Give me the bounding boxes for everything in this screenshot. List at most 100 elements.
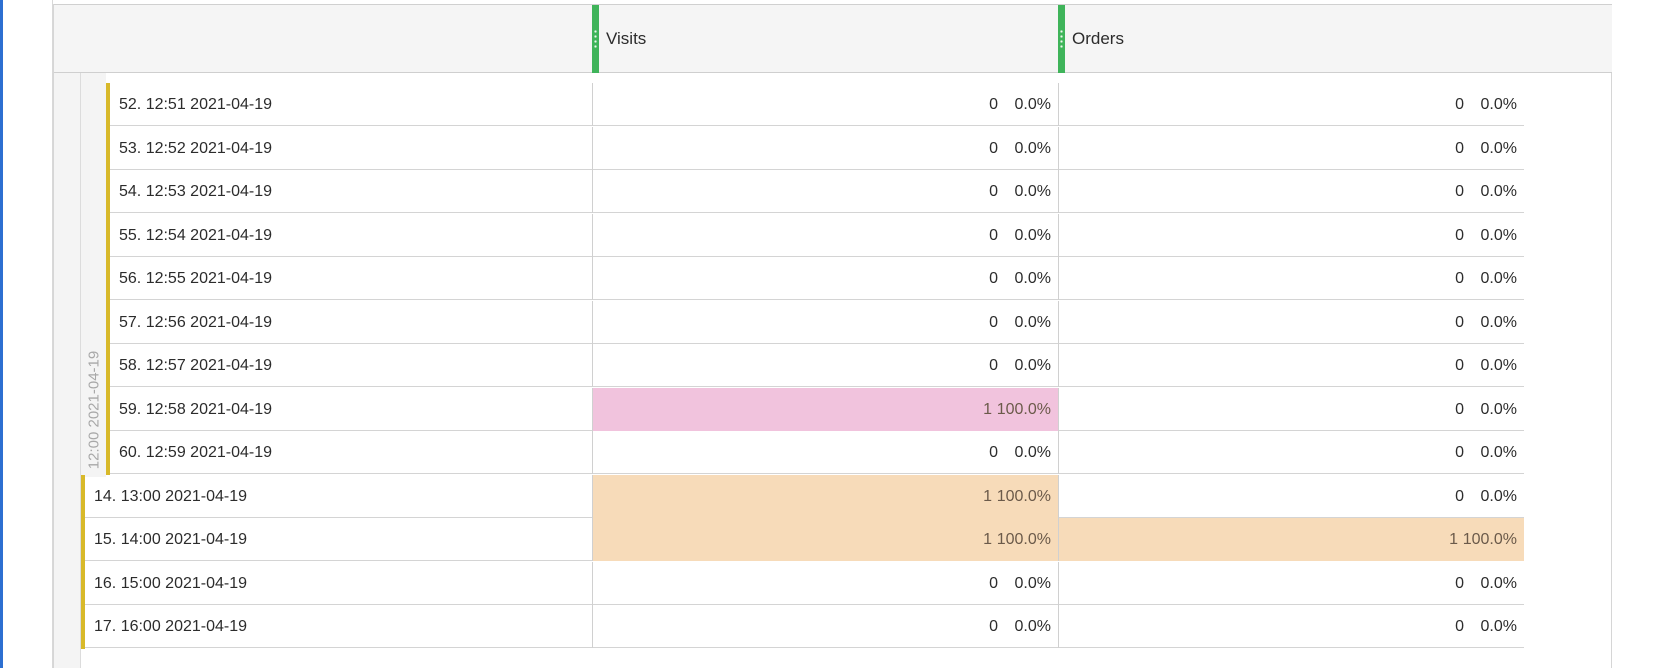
table-row[interactable]: 58. 12:57 2021-04-19 0 0.0% 0 0.0% — [106, 344, 1524, 388]
row-dimension-bar — [106, 257, 110, 301]
table-body: 12:00 2021-04-19 52. 12:51 2021-04-19 0 0.… — [54, 73, 1612, 668]
cell-percent: 0.0% — [1014, 357, 1051, 374]
indent-gutter-level-1 — [54, 73, 81, 668]
cell-visits[interactable]: 0 0.0% — [592, 561, 1058, 605]
cell-visits[interactable]: 0 0.0% — [592, 300, 1058, 344]
cell-value: 0 — [1455, 96, 1464, 113]
cell-percent: 0.0% — [1480, 96, 1517, 113]
cell-visits[interactable]: 0 0.0% — [592, 126, 1058, 170]
cell-visits[interactable]: 0 0.0% — [592, 213, 1058, 257]
cell-percent: 0.0% — [1480, 270, 1517, 287]
row-dimension-label[interactable]: 60. 12:59 2021-04-19 — [119, 431, 272, 474]
cell-value: 0 — [1455, 313, 1464, 331]
table-row[interactable]: 54. 12:53 2021-04-19 0 0.0% 0 0.0% — [106, 170, 1524, 214]
cell-visits[interactable]: 1 100.0% — [592, 474, 1058, 518]
cell-percent: 0.0% — [1480, 487, 1517, 505]
cell-value: 0 — [1455, 357, 1464, 374]
cell-visits[interactable]: 0 0.0% — [592, 170, 1058, 213]
cell-visits[interactable]: 0 0.0% — [592, 257, 1058, 300]
row-dimension-label[interactable]: 59. 12:58 2021-04-19 — [119, 388, 272, 431]
cell-value: 1 — [983, 400, 992, 418]
table-row[interactable]: 16. 15:00 2021-04-19 0 0.0% 0 0.0% — [81, 561, 1524, 606]
cell-percent: 0.0% — [1014, 618, 1051, 635]
cell-percent: 100.0% — [996, 400, 1051, 418]
cell-value: 1 — [983, 487, 992, 505]
cell-orders[interactable]: 0 0.0% — [1058, 387, 1524, 431]
cell-orders[interactable]: 0 0.0% — [1058, 431, 1524, 474]
table-row[interactable]: 56. 12:55 2021-04-19 0 0.0% 0 0.0% — [106, 257, 1524, 301]
cell-orders[interactable]: 0 0.0% — [1058, 126, 1524, 170]
cell-percent: 0.0% — [1014, 139, 1051, 157]
table-header: Visits Orders — [54, 4, 1612, 73]
row-dimension-bar — [106, 431, 110, 475]
freeform-table-panel: Visits Orders 12:00 2021-04-19 52. 12:51… — [0, 0, 1661, 668]
cell-value: 0 — [989, 183, 998, 200]
table-row[interactable]: 57. 12:56 2021-04-19 0 0.0% 0 0.0% — [106, 300, 1524, 345]
cell-value: 0 — [989, 226, 998, 244]
row-dimension-bar — [106, 170, 110, 214]
row-dimension-label[interactable]: 15. 14:00 2021-04-19 — [94, 518, 247, 561]
cell-value: 1 — [983, 531, 992, 548]
column-drag-handle-icon[interactable] — [1058, 5, 1065, 73]
cell-percent: 0.0% — [1014, 96, 1051, 113]
table-row[interactable]: 52. 12:51 2021-04-19 0 0.0% 0 0.0% — [106, 83, 1524, 127]
row-dimension-bar — [106, 387, 110, 432]
table-row[interactable]: 55. 12:54 2021-04-19 0 0.0% 0 0.0% — [106, 213, 1524, 258]
cell-percent: 0.0% — [1480, 183, 1517, 200]
cell-percent: 100.0% — [1462, 531, 1517, 548]
row-dimension-label[interactable]: 57. 12:56 2021-04-19 — [119, 301, 272, 344]
row-dimension-label[interactable]: 52. 12:51 2021-04-19 — [119, 83, 272, 126]
row-dimension-bar — [81, 474, 85, 519]
row-dimension-label[interactable]: 17. 16:00 2021-04-19 — [94, 605, 247, 648]
cell-orders[interactable]: 0 0.0% — [1058, 605, 1524, 648]
cell-visits[interactable]: 1 100.0% — [592, 387, 1058, 431]
cell-orders[interactable]: 1 100.0% — [1058, 518, 1524, 561]
cell-value: 0 — [1455, 270, 1464, 287]
row-dimension-bar — [81, 561, 85, 606]
cell-visits[interactable]: 1 100.0% — [592, 518, 1058, 561]
cell-percent: 0.0% — [1480, 313, 1517, 331]
row-dimension-label[interactable]: 56. 12:55 2021-04-19 — [119, 257, 272, 300]
cell-visits[interactable]: 0 0.0% — [592, 83, 1058, 126]
cell-orders[interactable]: 0 0.0% — [1058, 300, 1524, 344]
cell-orders[interactable]: 0 0.0% — [1058, 344, 1524, 387]
column-drag-handle-icon[interactable] — [592, 5, 599, 73]
column-header-label: Visits — [606, 29, 647, 48]
cell-orders[interactable]: 0 0.0% — [1058, 474, 1524, 518]
cell-orders[interactable]: 0 0.0% — [1058, 83, 1524, 126]
cell-value: 0 — [1455, 444, 1464, 461]
row-dimension-label[interactable]: 54. 12:53 2021-04-19 — [119, 170, 272, 213]
row-dimension-label[interactable]: 55. 12:54 2021-04-19 — [119, 214, 272, 257]
cell-value: 0 — [989, 618, 998, 635]
cell-value: 0 — [989, 444, 998, 461]
cell-value: 0 — [1455, 487, 1464, 505]
cell-percent: 100.0% — [996, 487, 1051, 505]
row-dimension-bar — [81, 518, 85, 562]
cell-visits[interactable]: 0 0.0% — [592, 344, 1058, 387]
row-dimension-label[interactable]: 58. 12:57 2021-04-19 — [119, 344, 272, 387]
table-row[interactable]: 60. 12:59 2021-04-19 0 0.0% 0 0.0% — [106, 431, 1524, 475]
cell-visits[interactable]: 0 0.0% — [592, 431, 1058, 474]
table-row[interactable]: 15. 14:00 2021-04-19 1 100.0% 1 100.0% — [81, 518, 1524, 562]
row-dimension-label[interactable]: 16. 15:00 2021-04-19 — [94, 562, 247, 605]
cell-value: 1 — [1449, 531, 1458, 548]
column-header-label: Orders — [1072, 29, 1124, 48]
row-dimension-bar — [106, 83, 110, 127]
table-row[interactable]: 59. 12:58 2021-04-19 1 100.0% 0 0.0% — [106, 387, 1524, 432]
cell-visits[interactable]: 0 0.0% — [592, 605, 1058, 648]
cell-value: 0 — [1455, 183, 1464, 200]
row-dimension-label[interactable]: 53. 12:52 2021-04-19 — [119, 127, 272, 170]
cell-value: 0 — [989, 313, 998, 331]
row-dimension-label[interactable]: 14. 13:00 2021-04-19 — [94, 475, 247, 518]
table-row[interactable]: 53. 12:52 2021-04-19 0 0.0% 0 0.0% — [106, 126, 1524, 171]
table-row[interactable]: 14. 13:00 2021-04-19 1 100.0% 0 0.0% — [81, 474, 1524, 519]
cell-percent: 0.0% — [1014, 444, 1051, 461]
cell-percent: 0.0% — [1480, 574, 1517, 592]
cell-orders[interactable]: 0 0.0% — [1058, 561, 1524, 605]
table-row[interactable]: 17. 16:00 2021-04-19 0 0.0% 0 0.0% — [81, 605, 1524, 649]
cell-orders[interactable]: 0 0.0% — [1058, 257, 1524, 300]
panel-gutter — [3, 0, 53, 668]
freeform-table: Visits Orders 12:00 2021-04-19 52. 12:51… — [53, 4, 1612, 668]
cell-orders[interactable]: 0 0.0% — [1058, 213, 1524, 257]
cell-orders[interactable]: 0 0.0% — [1058, 170, 1524, 213]
